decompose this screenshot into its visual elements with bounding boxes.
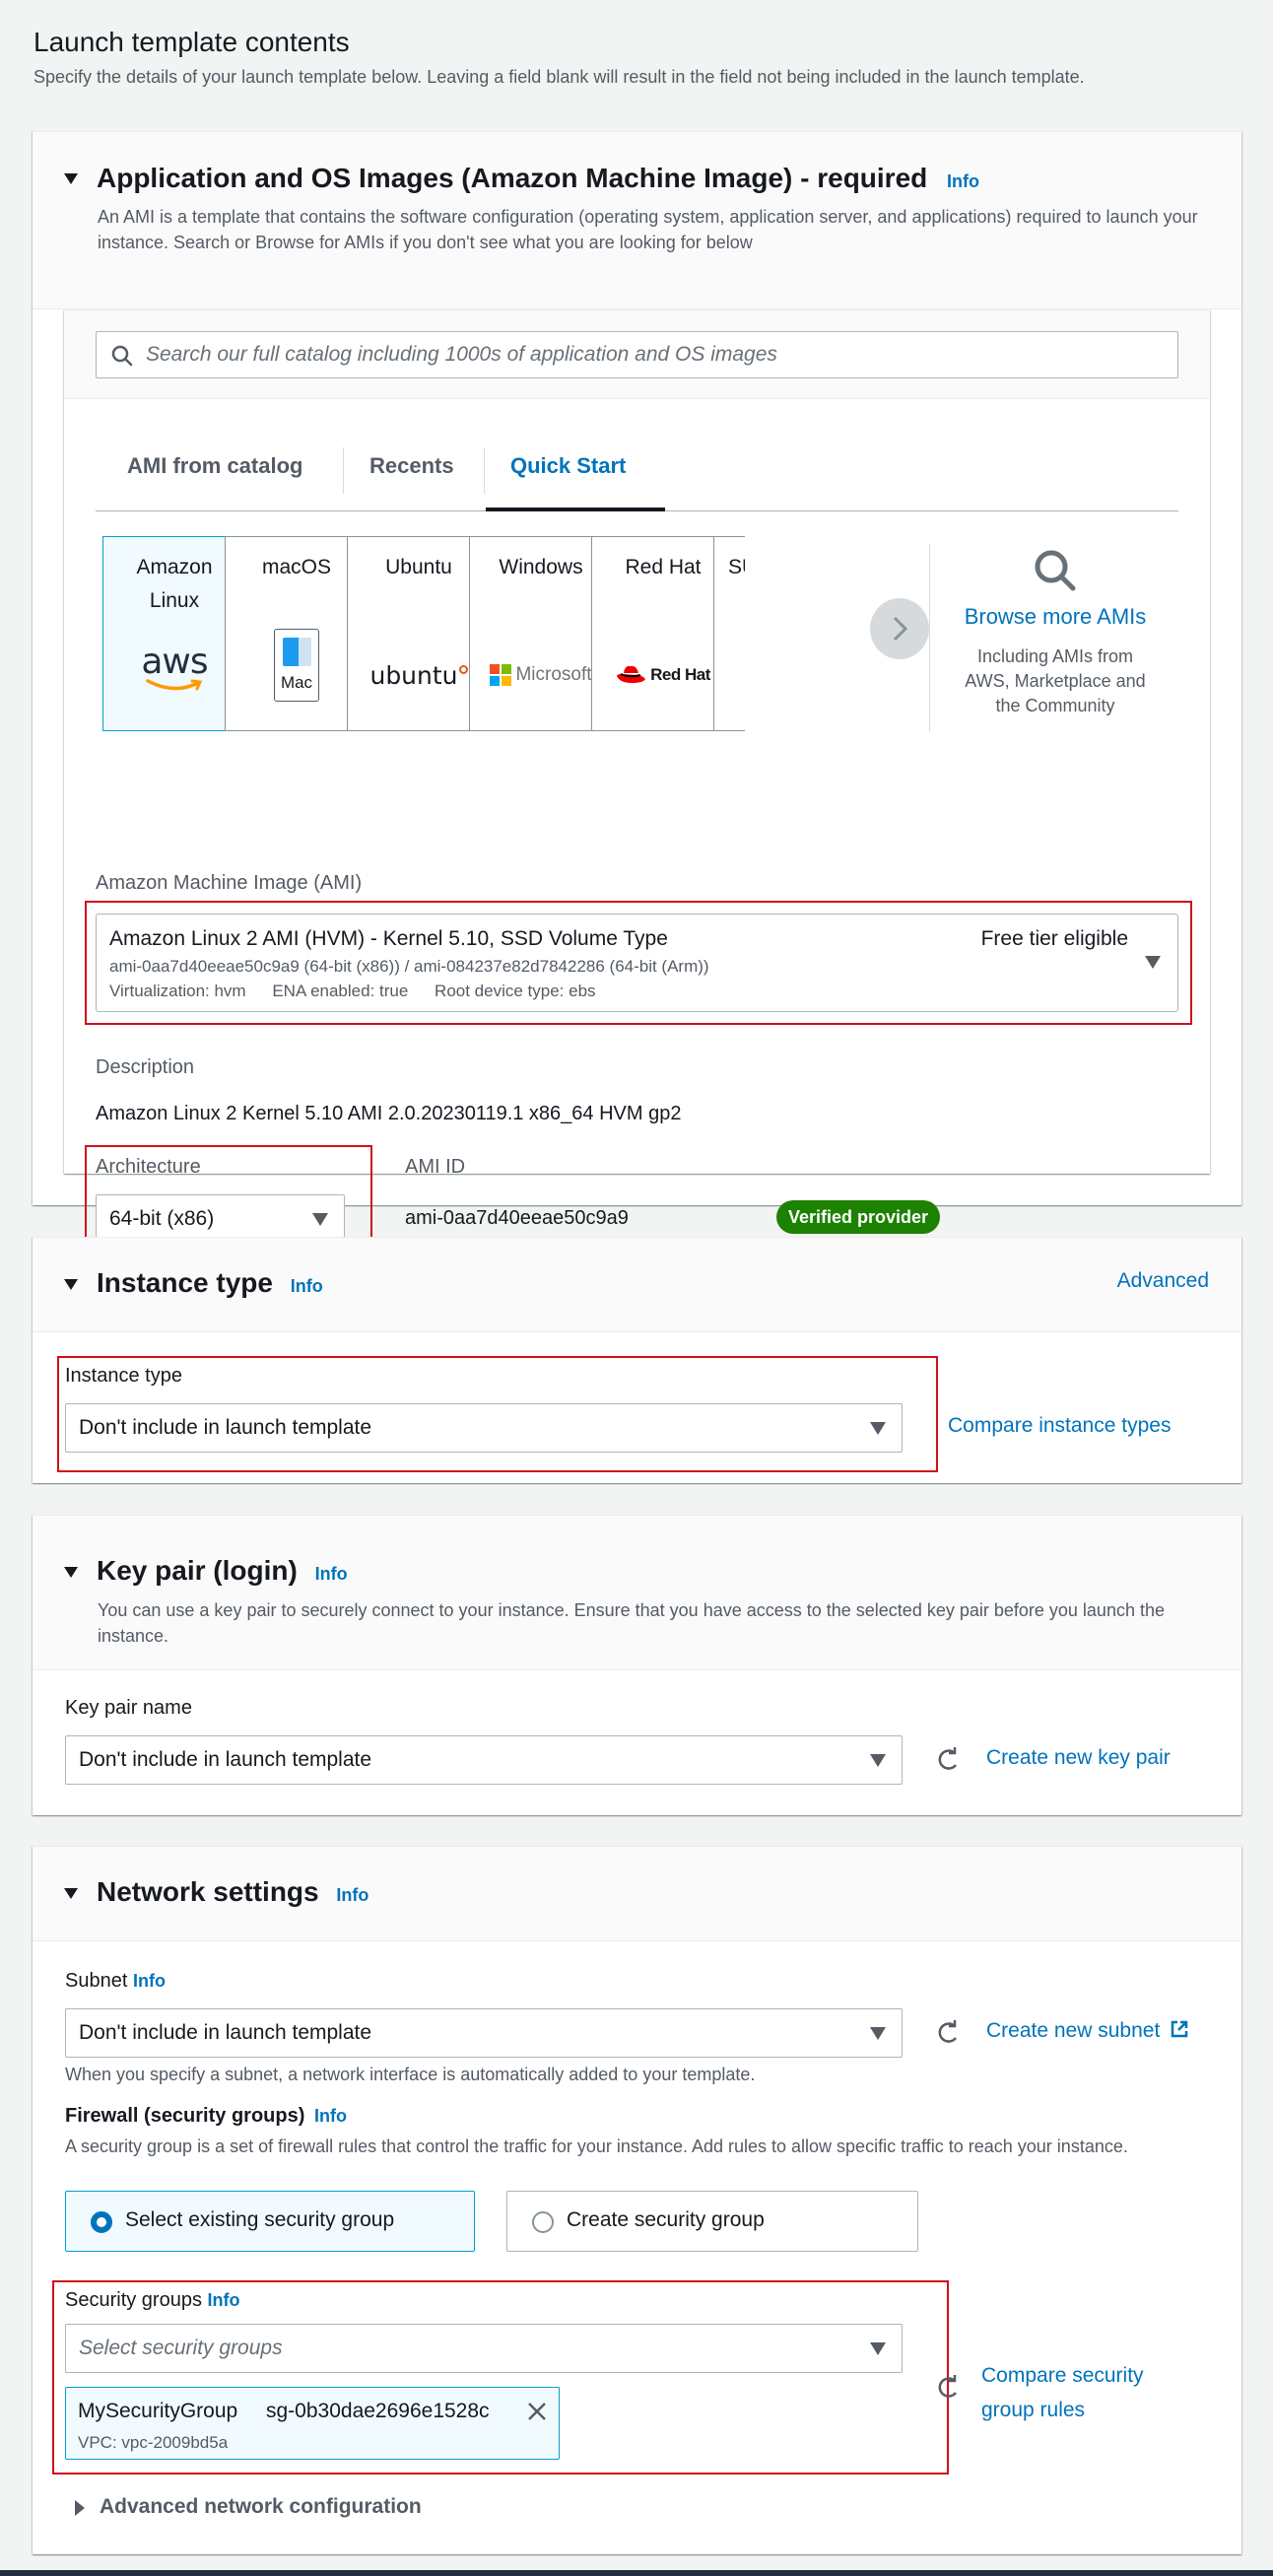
create-new-key-pair-link[interactable]: Create new key pair [986, 1746, 1171, 1770]
instance-type-info-link[interactable]: Info [291, 1276, 323, 1296]
description-value: Amazon Linux 2 Kernel 5.10 AMI 2.0.20230… [96, 1103, 682, 1124]
advanced-link[interactable]: Advanced [1117, 1269, 1209, 1293]
key-pair-name-label: Key pair name [65, 1697, 192, 1719]
ami-section-card: Application and OS Images (Amazon Machin… [33, 131, 1241, 1265]
create-security-group-option[interactable]: Create security group [506, 2191, 918, 2252]
key-pair-card: Key pair (login) Info You can use a key … [33, 1515, 1241, 1815]
dropdown-arrow-icon [312, 1213, 328, 1226]
collapse-caret-icon[interactable] [64, 1888, 78, 1899]
page-subtitle: Specify the details of your launch templ… [34, 67, 1085, 87]
verified-provider-badge: Verified provider [776, 1200, 941, 1234]
browse-more-amis-link[interactable]: Browse more AMIs [957, 604, 1154, 630]
carousel-next-button[interactable] [870, 598, 929, 659]
compare-instance-types-link[interactable]: Compare instance types [948, 1414, 1171, 1438]
refresh-icon[interactable] [935, 2020, 961, 2046]
security-groups-select[interactable]: Select security groups [65, 2324, 903, 2373]
dropdown-arrow-icon [870, 1422, 886, 1435]
collapse-caret-icon[interactable] [64, 1567, 78, 1578]
expand-caret-icon [75, 2500, 85, 2516]
subnet-select[interactable]: Don't include in launch template [65, 2008, 903, 2058]
tab-ami-from-catalog[interactable]: AMI from catalog [127, 453, 302, 479]
browse-search-icon [1035, 550, 1076, 591]
ami-selector-panel: Search our full catalog including 1000s … [64, 309, 1210, 1265]
advanced-network-configuration-toggle[interactable]: Advanced network configuration [65, 2493, 459, 2523]
key-pair-header: Key pair (login) Info You can use a key … [33, 1516, 1241, 1670]
key-pair-description: You can use a key pair to securely conne… [98, 1600, 1165, 1646]
bottom-bar [0, 2570, 1273, 2576]
radio-button-checked [91, 2211, 112, 2233]
firewall-description: A security group is a set of firewall ru… [65, 2136, 1128, 2156]
security-groups-label: Security groups Info [65, 2289, 240, 2311]
free-tier-label: Free tier eligible [980, 927, 1128, 950]
tab-recents[interactable]: Recents [369, 453, 454, 479]
ami-section-header: Application and OS Images (Amazon Machin… [33, 132, 1241, 309]
create-new-subnet-link[interactable]: Create new subnet [986, 2019, 1189, 2043]
subnet-info-link[interactable]: Info [133, 1971, 166, 1991]
instance-type-header: Instance type Info Advanced [33, 1238, 1241, 1332]
firewall-info-link[interactable]: Info [314, 2106, 347, 2126]
compare-security-group-rules-link[interactable]: Compare security group rules [981, 2358, 1178, 2427]
ami-field-label: Amazon Machine Image (AMI) [96, 872, 363, 894]
selected-security-group-token: MySecurityGroup sg-0b30dae2696e1528c VPC… [65, 2387, 560, 2460]
dropdown-arrow-icon [870, 2027, 886, 2040]
ami-id-value: ami-0aa7d40eeae50c9a9 [405, 1207, 629, 1229]
page-title: Launch template contents [34, 27, 350, 57]
search-icon [111, 345, 133, 367]
external-link-icon [1171, 2020, 1188, 2038]
radio-button-unchecked [532, 2211, 554, 2233]
chevron-right-icon [893, 616, 908, 642]
select-existing-security-group-option[interactable]: Select existing security group [65, 2191, 475, 2252]
ami-section-description: An AMI is a template that contains the s… [98, 207, 1198, 252]
security-groups-info-link[interactable]: Info [208, 2290, 240, 2310]
ami-id-label: AMI ID [405, 1156, 466, 1178]
os-tile-suse[interactable]: SU [713, 536, 745, 731]
dropdown-arrow-icon [1145, 956, 1161, 969]
instance-type-select[interactable]: Don't include in launch template [65, 1403, 903, 1453]
dropdown-arrow-icon [870, 2342, 886, 2355]
architecture-label: Architecture [96, 1156, 201, 1178]
tab-quick-start[interactable]: Quick Start [510, 453, 626, 479]
network-settings-card: Network settings Info Subnet Info Don't … [33, 1846, 1241, 2554]
instance-type-field-label: Instance type [65, 1365, 182, 1387]
description-label: Description [96, 1056, 195, 1078]
refresh-icon[interactable] [935, 2375, 961, 2401]
network-settings-header: Network settings Info [33, 1847, 1241, 1941]
refresh-icon[interactable] [935, 1747, 961, 1773]
collapse-caret-icon[interactable] [64, 173, 78, 184]
remove-token-icon[interactable] [525, 2400, 549, 2423]
firewall-label: Firewall (security groups) Info [65, 2105, 347, 2127]
instance-type-title: Instance type Info [97, 1267, 323, 1298]
network-info-link[interactable]: Info [336, 1885, 368, 1905]
subnet-label: Subnet Info [65, 1970, 166, 1992]
ami-info-link[interactable]: Info [947, 171, 979, 191]
key-pair-select[interactable]: Don't include in launch template [65, 1735, 903, 1785]
network-settings-title: Network settings Info [97, 1876, 369, 1907]
collapse-caret-icon[interactable] [64, 1279, 78, 1290]
ami-select-dropdown[interactable]: Amazon Linux 2 AMI (HVM) - Kernel 5.10, … [96, 914, 1178, 1012]
browse-more-description: Including AMIs from AWS, Marketplace and… [965, 646, 1146, 715]
ami-section-title: Application and OS Images (Amazon Machin… [97, 163, 980, 193]
key-pair-title: Key pair (login) Info [97, 1555, 348, 1586]
active-tab-indicator [486, 508, 665, 511]
instance-type-card: Instance type Info Advanced Instance typ… [33, 1237, 1241, 1483]
search-placeholder: Search our full catalog including 1000s … [146, 343, 777, 366]
subnet-help-text: When you specify a subnet, a network int… [65, 2065, 756, 2084]
key-pair-info-link[interactable]: Info [315, 1564, 348, 1584]
ami-search-input[interactable]: Search our full catalog including 1000s … [96, 331, 1178, 378]
dropdown-arrow-icon [870, 1754, 886, 1767]
